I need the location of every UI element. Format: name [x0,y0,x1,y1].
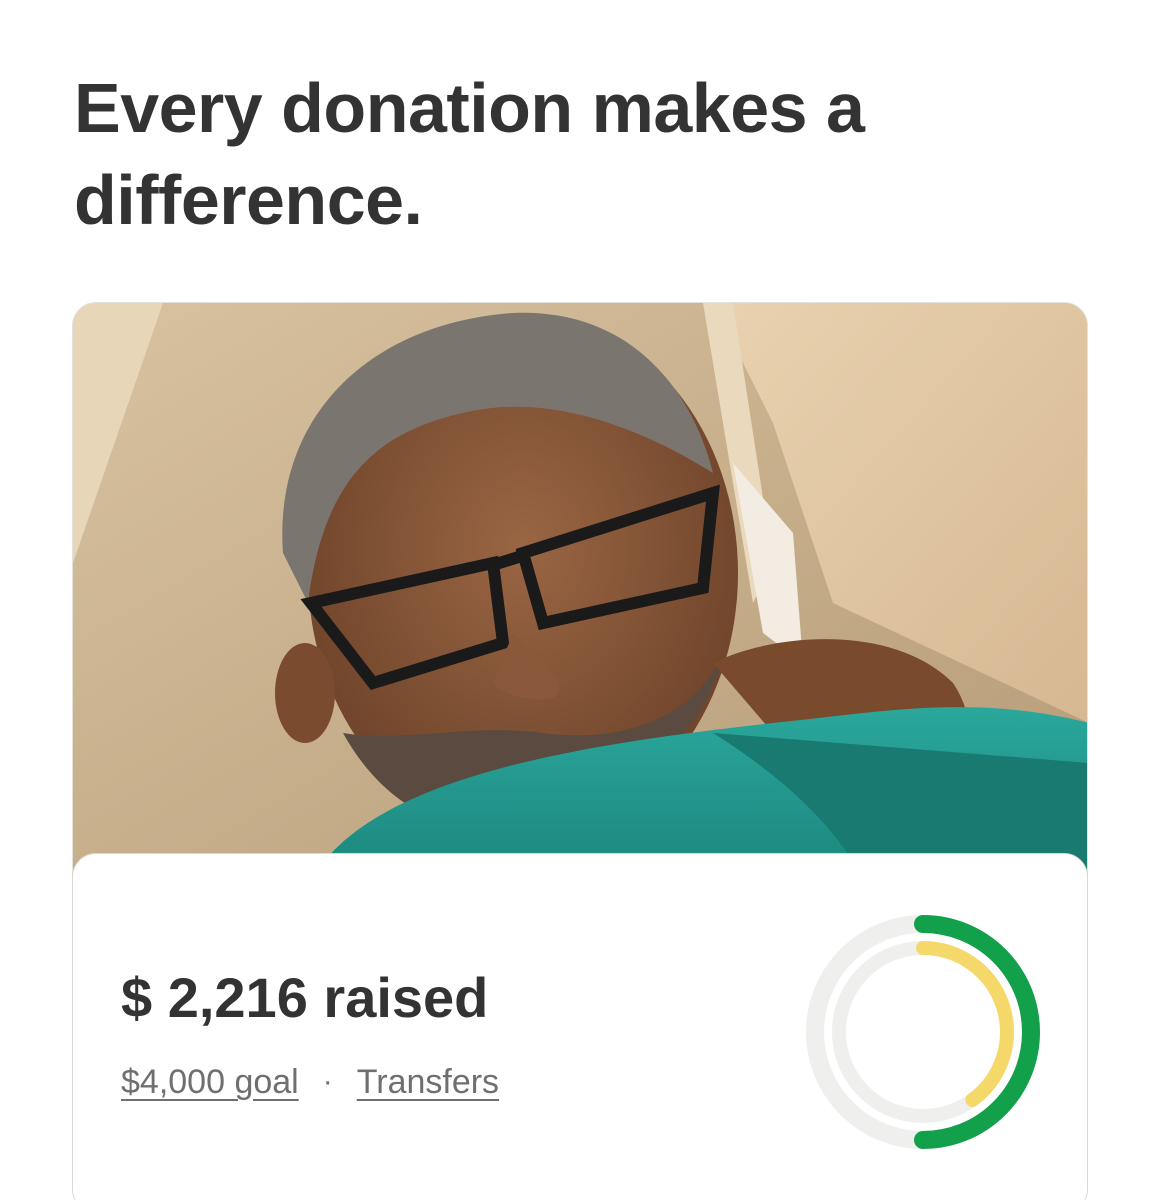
goal-meta: $4,000 goal · Transfers [121,1060,499,1104]
separator-dot: · [322,1065,333,1098]
progress-arc-inner [916,941,1014,1107]
fundraiser-photo [73,303,1087,903]
transfers-link[interactable]: Transfers [357,1060,499,1104]
page-headline: Every donation makes a difference. [74,69,865,239]
page: Every donation makes a difference. $ 2,2… [0,0,1160,1200]
goal-link[interactable]: $4,000 goal [121,1060,299,1104]
amount-raised: $ 2,216 raised [121,966,489,1029]
donation-stats-card: $ 2,216 raised $4,000 goal · Transfers [72,853,1088,1200]
progress-ring [803,912,1043,1152]
